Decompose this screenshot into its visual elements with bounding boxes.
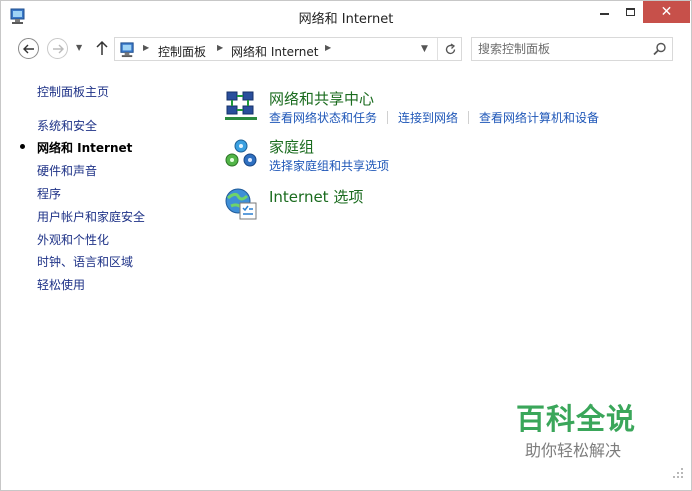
link-divider [387, 111, 389, 124]
breadcrumb-control-panel[interactable]: 控制面板 [158, 43, 206, 60]
view-network-computers-link[interactable]: 查看网络计算机和设备 [479, 109, 599, 126]
watermark-subtitle: 助你轻松解决 [525, 441, 622, 460]
connect-to-network-link[interactable]: 连接到网络 [398, 109, 458, 126]
category-title[interactable]: 家庭组 [269, 136, 314, 157]
sidebar-item-system-security[interactable]: 系统和安全 [37, 117, 97, 134]
window-title: 网络和 Internet [298, 12, 394, 27]
sidebar-item-network-internet: 网络和 Internet [20, 139, 133, 156]
title-bar[interactable]: 网络和 Internet ✕ [1, 1, 691, 32]
resize-grip-icon[interactable] [663, 452, 687, 482]
control-panel-icon [120, 42, 134, 58]
refresh-button[interactable] [437, 38, 462, 60]
view-network-status-link[interactable]: 查看网络状态和任务 [269, 109, 377, 126]
network-sharing-center-icon[interactable] [223, 88, 259, 124]
close-icon: ✕ [660, 4, 673, 20]
refresh-icon [445, 42, 455, 54]
search-icon[interactable] [653, 42, 667, 56]
breadcrumb-separator-icon[interactable]: ▶ [325, 43, 331, 52]
sidebar-item-hardware-sound[interactable]: 硬件和声音 [37, 162, 97, 179]
chevron-down-icon: ▼ [76, 43, 83, 52]
address-dropdown-button[interactable]: ▼ [421, 44, 428, 54]
close-button[interactable]: ✕ [643, 1, 690, 23]
homegroup-sharing-options-link[interactable]: 选择家庭组和共享选项 [269, 157, 389, 174]
maximize-icon [625, 8, 635, 16]
recent-locations-button[interactable]: ▼ [76, 43, 82, 52]
internet-options-icon[interactable] [223, 186, 259, 222]
breadcrumb-separator-icon[interactable]: ▶ [217, 43, 223, 52]
category-title[interactable]: Internet 选项 [269, 186, 363, 207]
category-links: 选择家庭组和共享选项 [269, 157, 389, 174]
address-bar[interactable]: ▶ 控制面板 ▶ 网络和 Internet ▶ ▼ [114, 37, 462, 61]
sidebar-item-control-panel-home[interactable]: 控制面板主页 [37, 83, 109, 100]
chevron-down-icon: ▼ [421, 44, 428, 54]
homegroup-icon[interactable] [223, 136, 259, 172]
arrow-left-icon [22, 44, 34, 53]
watermark-title: 百科全说 [516, 402, 637, 436]
minimize-button[interactable] [591, 1, 617, 23]
control-panel-window: 网络和 Internet ✕ ▼ ▶ 控制面板 ▶ 网络和 Internet ▶… [0, 0, 692, 491]
category-links: 查看网络状态和任务 连接到网络 查看网络计算机和设备 [269, 109, 599, 126]
current-item-bullet [20, 144, 25, 149]
minimize-icon [599, 13, 609, 15]
sidebar-item-clock-language-region[interactable]: 时钟、语言和区域 [37, 253, 133, 270]
sidebar-item-programs[interactable]: 程序 [37, 185, 61, 202]
breadcrumb-network-internet[interactable]: 网络和 Internet [231, 43, 318, 60]
search-box[interactable] [471, 37, 673, 61]
forward-button[interactable] [47, 38, 68, 59]
sidebar-item-label: 网络和 Internet [37, 141, 133, 155]
link-divider [468, 111, 470, 124]
sidebar-item-user-accounts[interactable]: 用户帐户和家庭安全 [37, 208, 145, 225]
arrow-right-icon [52, 44, 64, 53]
breadcrumb-separator-icon[interactable]: ▶ [143, 43, 149, 52]
category-title[interactable]: 网络和共享中心 [269, 88, 374, 109]
arrow-up-icon[interactable] [94, 39, 110, 57]
sidebar-item-appearance[interactable]: 外观和个性化 [37, 231, 109, 248]
navigation-bar: ▼ ▶ 控制面板 ▶ 网络和 Internet ▶ ▼ [1, 34, 691, 64]
search-input[interactable] [478, 41, 638, 57]
sidebar-item-ease-of-access[interactable]: 轻松使用 [37, 276, 85, 293]
back-button[interactable] [18, 38, 39, 59]
maximize-button[interactable] [617, 1, 643, 23]
